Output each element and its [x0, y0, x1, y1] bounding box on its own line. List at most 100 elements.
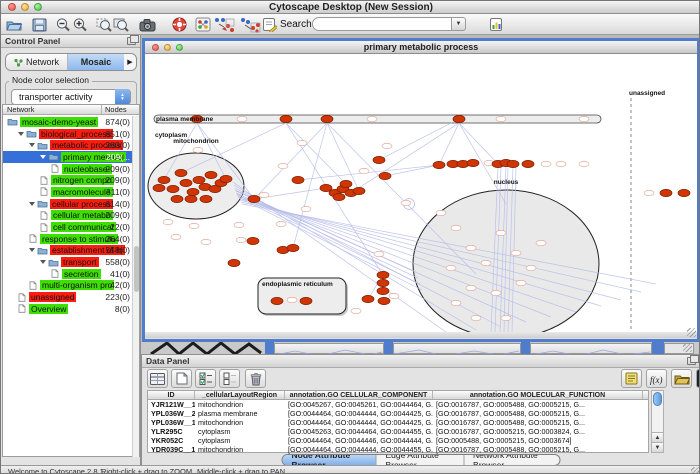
network-node[interactable] — [205, 171, 217, 178]
table-row-ydr039c__1[interactable]: YDR039C__1mitochondrion[GO:0044464, GO:0… — [148, 445, 648, 454]
tree-scrollbar-thumb[interactable] — [134, 246, 139, 292]
save-session-icon[interactable] — [30, 16, 48, 33]
app-resize-grip[interactable] — [691, 467, 700, 474]
tree-header-nodes[interactable]: Nodes — [102, 105, 139, 114]
table-row-ykr052c[interactable]: YKR052Ccytoplasm[GO:0044464, GO:0044446,… — [148, 436, 648, 445]
tree-row-nitrogen-compo[interactable]: nitrogen compo209(0) — [3, 174, 133, 186]
expand-arrow-icon[interactable] — [18, 132, 24, 136]
table-row-ypl036w__2[interactable]: YPL036W__2plasma membrane[GO:0044464, GO… — [148, 409, 648, 418]
network-node[interactable] — [271, 297, 283, 304]
tree-row-response-to-stimulu[interactable]: response to stimulu264(0) — [3, 233, 133, 245]
network-node[interactable] — [247, 237, 259, 244]
column-header-cellular-component[interactable]: annotation.GO CELLULAR_COMPONENT — [285, 391, 433, 399]
snapshot-camera-icon[interactable] — [138, 16, 156, 33]
network-frame-titlebar[interactable]: primary metabolic process — [145, 41, 697, 54]
tree-scrollbar[interactable] — [132, 116, 139, 457]
search-input[interactable] — [312, 17, 452, 31]
network-view-frame[interactable]: primary metabolic process — [142, 38, 700, 342]
network-node[interactable] — [228, 259, 240, 266]
background-window-edge[interactable] — [265, 342, 274, 354]
tab-edge-attribute-browser[interactable]: Edge Attribute Browser — [376, 455, 464, 465]
network-node[interactable] — [321, 115, 333, 122]
network-node[interactable] — [248, 195, 260, 202]
network-node[interactable] — [467, 159, 479, 166]
tree-row-biological-process[interactable]: biological_process651(0) — [3, 128, 133, 140]
network-node[interactable] — [678, 189, 690, 196]
float-panel-icon[interactable] — [127, 37, 136, 45]
network-node[interactable] — [185, 195, 197, 202]
network-node[interactable] — [333, 193, 345, 200]
network-node[interactable] — [377, 287, 389, 294]
network-canvas[interactable]: plasma membranecytoplasmmitochondrionnuc… — [145, 54, 697, 332]
table-row-yjr121w__1[interactable]: YJR121W__1mitochondrion[GO:0045267, GO:0… — [148, 400, 648, 409]
background-window-strip[interactable] — [393, 343, 521, 354]
network-node[interactable] — [193, 176, 205, 183]
network-node[interactable] — [433, 161, 445, 168]
delete-attribute-trash-icon[interactable] — [245, 369, 266, 388]
scroll-up-arrow[interactable]: ▲ — [652, 432, 663, 442]
layout-nodes-a-icon[interactable] — [212, 16, 236, 33]
background-window-strip[interactable] — [530, 343, 652, 354]
network-node[interactable] — [167, 185, 179, 192]
layout-nodes-b-icon[interactable] — [238, 16, 262, 33]
expand-arrow-icon[interactable] — [29, 202, 35, 206]
column-header-region[interactable]: _cellularLayoutRegion — [195, 391, 285, 399]
tree-row-transport[interactable]: transport558(0) — [3, 256, 133, 268]
network-node[interactable] — [660, 189, 672, 196]
network-node[interactable] — [280, 115, 292, 122]
column-header-id[interactable]: ID — [148, 391, 195, 399]
unselect-attributes-icon[interactable] — [219, 369, 240, 388]
table-scrollbar[interactable]: ▲ ▼ — [651, 390, 664, 453]
float-data-panel-icon[interactable] — [687, 357, 696, 365]
tab-network[interactable]: Network — [6, 54, 68, 70]
tree-row-establishment-of-lo[interactable]: establishment of lo558(0) — [3, 245, 133, 257]
tree-row-nucleobase-[interactable]: nucleobase-209(0) — [3, 163, 133, 175]
tree-row-overview[interactable]: Overview8(0) — [3, 303, 133, 315]
open-file-icon[interactable] — [5, 16, 23, 33]
background-window-edge[interactable] — [652, 342, 664, 354]
tree-row-unassigned[interactable]: unassigned223(0) — [3, 291, 133, 303]
tab-mosaic[interactable]: Mosaic — [68, 54, 124, 70]
annotation-tool-icon[interactable] — [260, 16, 278, 33]
attribute-notes-icon[interactable] — [621, 369, 642, 388]
tree-row-secretion[interactable]: secretion41(0) — [3, 268, 133, 280]
network-node[interactable] — [292, 176, 304, 183]
network-node[interactable] — [362, 295, 374, 302]
tree-row-primary-metabol[interactable]: primary metabol209(... — [3, 151, 133, 163]
tree-row-cellular-metabo[interactable]: cellular metabo209(0) — [3, 210, 133, 222]
scroll-down-arrow[interactable]: ▼ — [652, 442, 663, 452]
expand-arrow-icon[interactable] — [40, 155, 46, 159]
network-node[interactable] — [453, 115, 465, 122]
network-node[interactable] — [153, 184, 165, 191]
zoom-in-icon[interactable] — [71, 16, 89, 33]
network-node[interactable] — [522, 160, 534, 167]
network-node[interactable] — [180, 179, 192, 186]
table-scrollbar-thumb[interactable] — [653, 392, 662, 406]
table-row-ypl036w__1[interactable]: YPL036W__1mitochondrion[GO:0044464, GO:0… — [148, 418, 648, 427]
network-node[interactable] — [220, 175, 232, 182]
network-node[interactable] — [379, 172, 391, 179]
matrix-view-icon[interactable] — [696, 369, 700, 388]
tree-row-metabolic-process[interactable]: metabolic process280(0) — [3, 139, 133, 151]
column-header-molecular-function[interactable]: annotation.GO MOLECULAR_FUNCTION — [433, 391, 643, 399]
select-attributes-icon[interactable] — [195, 369, 216, 388]
network-node[interactable] — [507, 160, 519, 167]
network-node[interactable] — [175, 169, 187, 176]
network-node[interactable] — [340, 180, 352, 187]
help-icon[interactable] — [170, 16, 188, 33]
background-window-edge[interactable] — [521, 342, 530, 354]
function-builder-icon[interactable]: f(x) — [646, 369, 667, 388]
network-node[interactable] — [377, 279, 389, 286]
tree-row-cell-communicat[interactable]: cell communicat22(0) — [3, 221, 133, 233]
expand-arrow-icon[interactable] — [40, 260, 46, 264]
network-node[interactable] — [158, 176, 170, 183]
tab-node-attribute-browser[interactable]: Node Attribute Browser — [283, 455, 377, 465]
expand-arrow-icon[interactable] — [29, 143, 35, 147]
tree-row-cellular-process[interactable]: cellular process614(0) — [3, 198, 133, 210]
tree-header-network[interactable]: Network — [3, 105, 102, 114]
network-node[interactable] — [378, 297, 390, 304]
network-node[interactable] — [300, 297, 312, 304]
network-node[interactable] — [187, 188, 199, 195]
background-network-thumbnail[interactable] — [149, 342, 264, 354]
background-window-strip[interactable] — [274, 343, 384, 354]
